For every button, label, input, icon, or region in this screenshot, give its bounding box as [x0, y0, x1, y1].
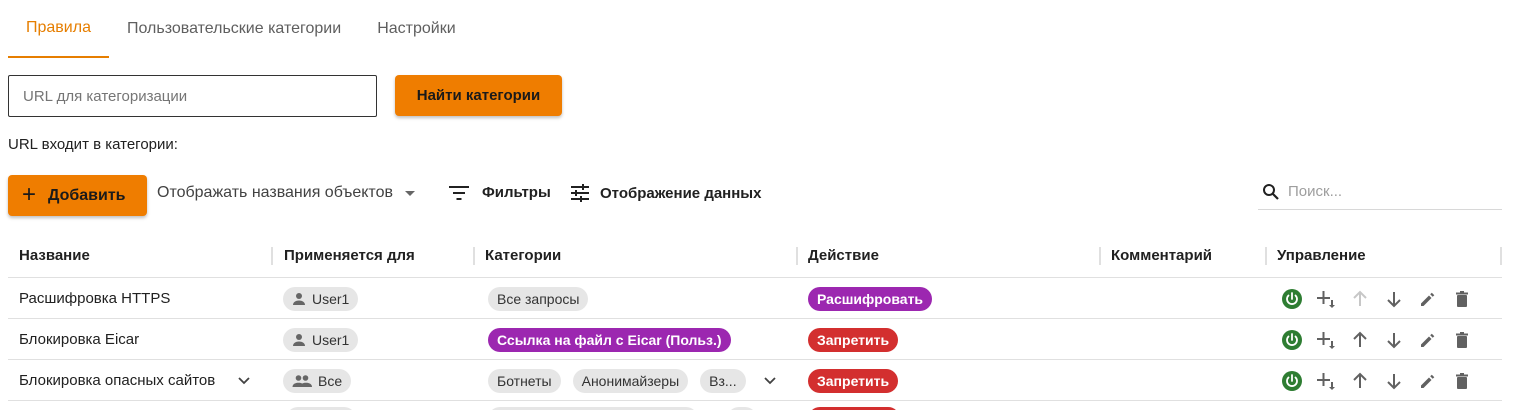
move-down-icon[interactable] [1382, 328, 1406, 352]
edit-icon[interactable] [1416, 369, 1440, 393]
rule-name: Расшифровка HTTPS [19, 290, 171, 307]
rule-name: Блокировка Eicar [19, 331, 140, 348]
search-icon [1263, 183, 1279, 200]
url-categorization-input[interactable] [8, 75, 377, 117]
move-up-icon[interactable] [1348, 328, 1372, 352]
rules-table: Название Применяется для Категории Дейст… [8, 235, 1502, 410]
group-icon [292, 374, 312, 388]
caret-down-icon [404, 190, 415, 196]
person-icon [292, 333, 306, 347]
data-display-button[interactable]: Отображение данных [570, 184, 761, 202]
display-names-label: Отображать названия объектов [157, 184, 393, 201]
expand-name-icon[interactable] [238, 360, 250, 401]
tab-rules[interactable]: Правила [8, 0, 109, 58]
expand-categories-icon[interactable] [764, 360, 776, 401]
insert-below-icon[interactable] [1314, 287, 1338, 311]
column-divider[interactable] [1099, 247, 1101, 265]
category-chip: Вз... [700, 368, 746, 393]
row-actions [1280, 360, 1474, 401]
column-header-categories[interactable]: Категории [485, 247, 561, 264]
table-row[interactable]: Блокировка Eicar User1 Ссылка на файл с … [8, 319, 1502, 360]
column-divider[interactable] [796, 247, 798, 265]
edit-icon[interactable] [1416, 328, 1440, 352]
power-toggle-icon[interactable] [1280, 369, 1304, 393]
column-header-comment[interactable]: Комментарий [1111, 247, 1212, 264]
display-names-dropdown[interactable]: Отображать названия объектов [157, 184, 415, 202]
category-chip: Анонимайзеры [572, 368, 689, 393]
category-chip: Все запросы [488, 286, 589, 311]
applies-to-chip: Все [283, 368, 352, 393]
table-row[interactable]: Блокировка опасных сайтов Все Ботнеты Ан… [8, 360, 1502, 401]
person-icon [292, 292, 306, 306]
add-button-label: Добавить [48, 186, 126, 204]
filters-label: Фильтры [482, 184, 551, 201]
category-chip: Ссылка на файл с Eicar (Польз.) [488, 327, 731, 352]
tab-bar: Правила Пользовательские категории Настр… [8, 0, 474, 58]
applies-to-label: User1 [312, 290, 350, 307]
filter-icon [449, 185, 469, 200]
applies-to-label: Все [318, 372, 343, 389]
edit-icon[interactable] [1416, 287, 1440, 311]
insert-below-icon[interactable] [1314, 369, 1338, 393]
row-actions [1280, 278, 1474, 319]
table-header: Название Применяется для Категории Дейст… [8, 235, 1502, 278]
find-categories-button[interactable]: Найти категории [395, 75, 562, 116]
column-divider[interactable] [1265, 247, 1267, 265]
applies-to-chip: User1 [283, 286, 359, 311]
action-chip: Запретить [808, 368, 899, 393]
search-box [1258, 174, 1502, 210]
row-actions [1280, 319, 1474, 360]
move-up-icon[interactable] [1348, 369, 1372, 393]
filters-button[interactable]: Фильтры [448, 184, 551, 201]
column-divider[interactable] [271, 247, 273, 265]
action-chip: Запретить [808, 327, 899, 352]
power-toggle-icon[interactable] [1280, 328, 1304, 352]
url-result-label: URL входит в категории: [8, 136, 178, 153]
column-header-applies-to[interactable]: Применяется для [284, 247, 415, 264]
insert-below-icon[interactable] [1314, 328, 1338, 352]
rule-name: Блокировка опасных сайтов [19, 372, 216, 389]
column-header-controls: Управление [1277, 247, 1366, 264]
delete-icon[interactable] [1450, 328, 1474, 352]
add-rule-button[interactable]: + Добавить [8, 175, 147, 216]
plus-icon: + [22, 180, 37, 208]
move-down-icon[interactable] [1382, 369, 1406, 393]
column-header-action[interactable]: Действие [808, 247, 879, 264]
tab-custom-categories[interactable]: Пользовательские категории [109, 0, 359, 58]
delete-icon[interactable] [1450, 369, 1474, 393]
move-down-icon[interactable] [1382, 287, 1406, 311]
column-divider[interactable] [473, 247, 475, 265]
delete-icon[interactable] [1450, 287, 1474, 311]
move-up-icon[interactable] [1348, 287, 1372, 311]
column-divider[interactable] [1500, 247, 1502, 265]
table-row[interactable] [8, 401, 1502, 410]
tab-settings[interactable]: Настройки [359, 0, 473, 58]
applies-to-label: User1 [312, 331, 350, 348]
action-chip: Расшифровать [808, 286, 933, 311]
table-row[interactable]: Расшифровка HTTPS User1 Все запросы Расш… [8, 278, 1502, 319]
power-toggle-icon[interactable] [1280, 287, 1304, 311]
data-display-label: Отображение данных [600, 184, 762, 202]
column-header-name[interactable]: Название [19, 247, 90, 264]
tune-icon [571, 184, 589, 202]
applies-to-chip: User1 [283, 327, 359, 352]
category-chip: Ботнеты [488, 368, 561, 393]
search-input[interactable] [1288, 183, 1488, 200]
